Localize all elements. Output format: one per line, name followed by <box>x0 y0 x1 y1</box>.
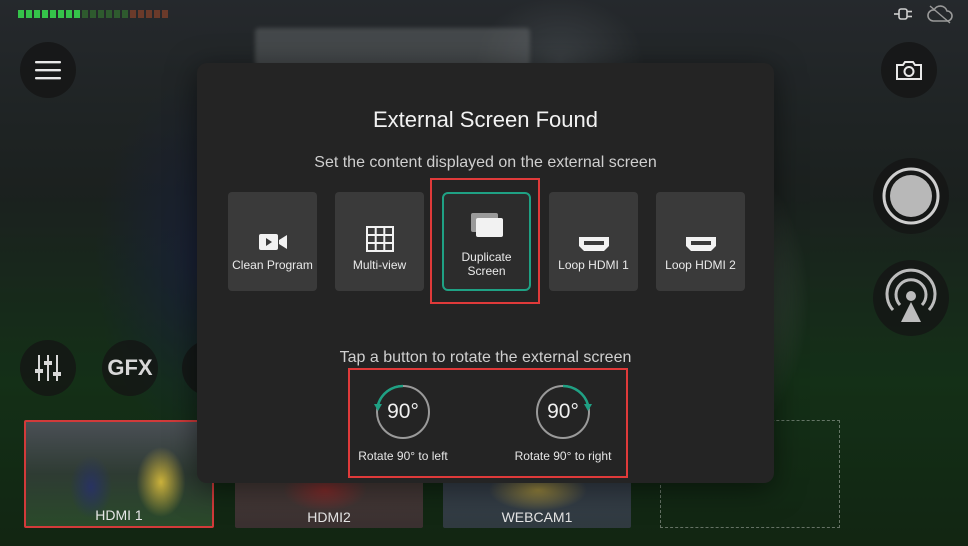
dialog-subtitle: Set the content displayed on the externa… <box>314 154 657 171</box>
broadcast-icon <box>885 268 937 322</box>
rotate-right-label: Rotate 90° to right <box>514 449 612 463</box>
duplicate-screen-icon <box>470 213 503 237</box>
option-clean-program[interactable]: Clean Program <box>228 192 317 291</box>
source-thumbnail-hdmi1[interactable]: HDMI 1 <box>24 420 214 528</box>
power-plug-icon <box>894 8 912 20</box>
stream-button[interactable] <box>873 260 949 336</box>
option-label: Clean Program <box>232 258 313 272</box>
record-icon <box>882 167 940 225</box>
option-label: Loop HDMI 2 <box>665 258 736 272</box>
source-label: WEBCAM1 <box>501 509 573 525</box>
option-multi-view[interactable]: Multi-view <box>335 192 424 291</box>
option-label: Loop HDMI 1 <box>558 258 629 272</box>
camera-icon <box>896 61 922 80</box>
menu-button[interactable] <box>20 42 76 98</box>
option-loop-hdmi-1[interactable]: Loop HDMI 1 <box>549 192 638 291</box>
rotate-left-label: Rotate 90° to left <box>358 449 448 463</box>
snapshot-button[interactable] <box>881 42 937 98</box>
hdmi-icon <box>578 237 609 251</box>
audio-level-meter <box>18 10 168 18</box>
sliders-icon <box>35 355 61 381</box>
external-screen-dialog: External Screen Found Set the content di… <box>197 63 774 483</box>
hdmi-icon <box>685 237 716 251</box>
gfx-button[interactable]: GFX <box>102 340 158 396</box>
cloud-icon <box>927 5 953 24</box>
display-content-options: Clean Program Multi-view Duplicate Scree… <box>228 192 745 291</box>
video-camera-icon <box>258 234 287 250</box>
hamburger-menu-icon <box>35 61 61 80</box>
status-icons <box>892 4 954 24</box>
rotate-instructions: Tap a button to rotate the external scre… <box>339 349 632 366</box>
rotate-left-button[interactable]: 90° Rotate 90° to left <box>343 383 463 467</box>
grid-icon <box>365 226 394 252</box>
rotate-degrees: 90° <box>547 400 579 423</box>
dialog-title: External Screen Found <box>372 107 599 132</box>
audio-mixer-button[interactable] <box>20 340 76 396</box>
source-label: HDMI 1 <box>95 507 143 523</box>
rotate-degrees: 90° <box>387 400 419 423</box>
rotate-right-button[interactable]: 90° Rotate 90° to right <box>503 383 623 467</box>
option-duplicate-screen[interactable]: Duplicate Screen <box>442 192 531 291</box>
option-label: Duplicate Screen <box>461 250 512 278</box>
record-button[interactable] <box>873 158 949 234</box>
source-label: HDMI2 <box>307 509 351 525</box>
option-loop-hdmi-2[interactable]: Loop HDMI 2 <box>656 192 745 291</box>
option-label: Multi-view <box>352 258 407 272</box>
